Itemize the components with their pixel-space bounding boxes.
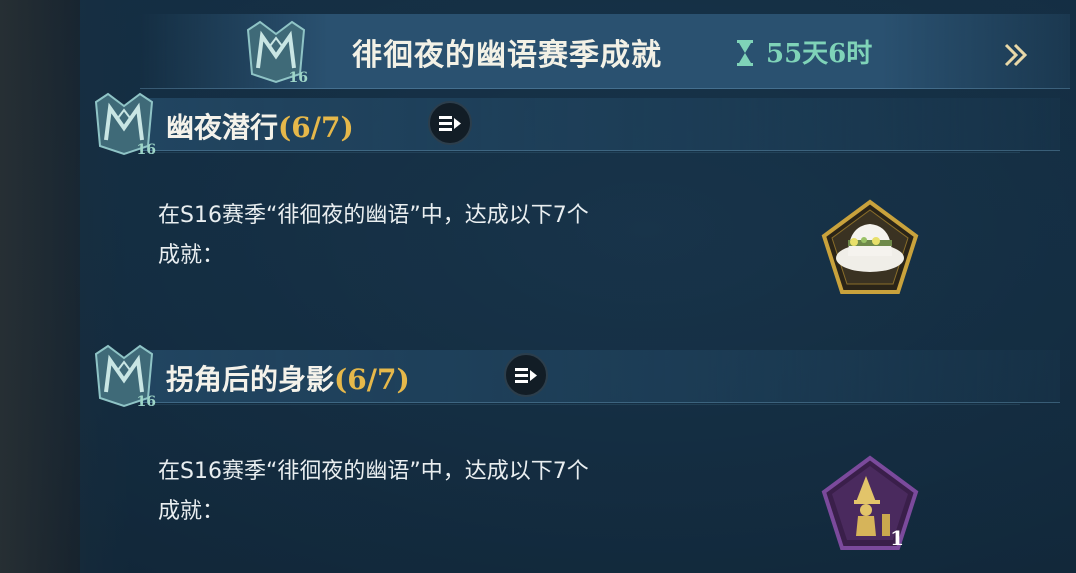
season-emblem-number: 16: [288, 70, 308, 86]
season-title: 徘徊夜的幽语赛季成就: [352, 38, 662, 73]
description-line: 成就：: [158, 243, 225, 268]
season-emblem-icon: 16: [240, 16, 312, 88]
divider: [140, 152, 1020, 153]
achievement-name: 幽夜潜行: [166, 111, 279, 144]
achievement-emblem-number: 16: [136, 142, 156, 158]
achievement-emblem-number: 16: [136, 394, 156, 410]
achievement-title: 拐角后的身影(6/7): [166, 358, 410, 398]
reward-quantity: 1: [890, 526, 904, 550]
divider: [140, 404, 1020, 405]
description-line: 在S16赛季“徘徊夜的幽语”中，达成以下7个: [158, 203, 589, 228]
achievement-emblem-icon: 16: [88, 340, 160, 412]
season-timer: 55天6时: [766, 39, 873, 69]
achievement-emblem-icon: 16: [88, 88, 160, 160]
achievement-description: 在S16赛季“徘徊夜的幽语”中，达成以下7个 成就：: [158, 196, 778, 276]
achievement-description: 在S16赛季“徘徊夜的幽语”中，达成以下7个 成就：: [158, 452, 778, 532]
description-line: 成就：: [158, 499, 225, 524]
reward-item[interactable]: 1 witch-figure-icon: [818, 452, 922, 556]
description-line: 在S16赛季“徘徊夜的幽语”中，达成以下7个: [158, 459, 589, 484]
list-arrow-icon: [515, 368, 537, 383]
expand-arrow-icon[interactable]: [1002, 40, 1032, 70]
achievement-progress: (6/7): [334, 363, 410, 396]
achievement-title: 幽夜潜行(6/7): [166, 106, 354, 146]
list-arrow-icon: [439, 116, 461, 131]
achievement-progress: (6/7): [278, 111, 354, 144]
reward-item[interactable]: white-flower-hat-icon: [818, 196, 922, 300]
hourglass-icon: [736, 40, 754, 66]
achievement-name: 拐角后的身影: [166, 363, 335, 396]
detail-list-button[interactable]: [504, 353, 548, 397]
detail-list-button[interactable]: [428, 101, 472, 145]
